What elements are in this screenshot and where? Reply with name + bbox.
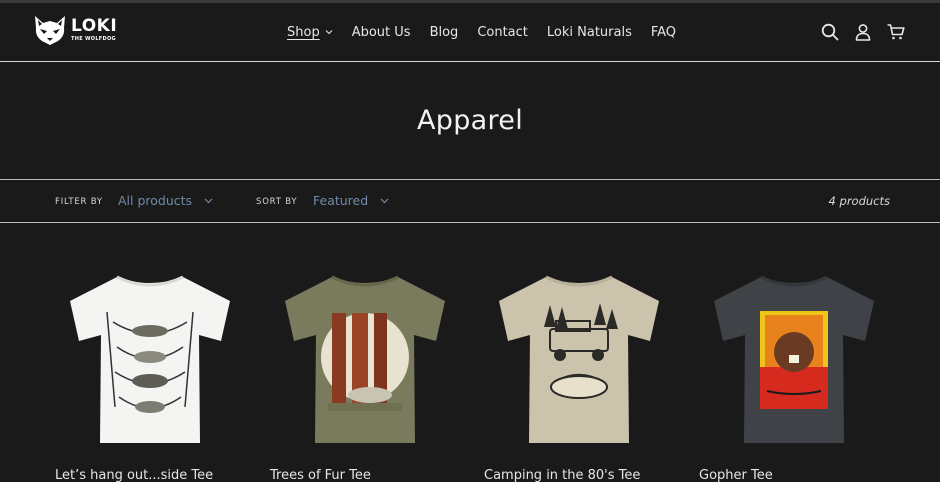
account-icon[interactable]	[853, 22, 873, 42]
product-title[interactable]: Gopher Tee	[699, 468, 773, 482]
main-nav: Shop About Us Blog Contact Loki Naturals…	[287, 23, 695, 41]
cart-icon[interactable]	[886, 22, 906, 42]
product-grid: Let’s hang out...side Tee Trees of Fur T…	[0, 223, 940, 482]
wolfdog-logo-icon	[35, 16, 65, 45]
product-title[interactable]: Trees of Fur Tee	[270, 468, 371, 482]
search-icon[interactable]	[820, 22, 840, 42]
product-card[interactable]: Gopher Tee	[699, 267, 889, 482]
product-image	[499, 275, 659, 443]
product-count: 4 products	[828, 194, 890, 208]
nav-item-faq[interactable]: FAQ	[651, 25, 676, 40]
nav-item-loki-naturals[interactable]: Loki Naturals	[547, 25, 632, 40]
product-card[interactable]: Trees of Fur Tee	[270, 267, 460, 482]
filter-bar: Filter by All products Sort by Featured …	[0, 180, 940, 223]
logo-text: LOKI THE WOLFDOG	[71, 18, 117, 42]
header-icons	[820, 22, 906, 42]
page-title: Apparel	[416, 105, 523, 136]
product-title[interactable]: Let’s hang out...side Tee	[55, 468, 213, 482]
nav-item-contact[interactable]: Contact	[477, 25, 528, 40]
sort-select[interactable]: Featured	[313, 193, 389, 208]
product-card[interactable]: Let’s hang out...side Tee	[55, 267, 245, 482]
brand-tagline: THE WOLFDOG	[71, 36, 116, 42]
brand-name: LOKI	[71, 16, 118, 36]
product-card[interactable]: Camping in the 80's Tee	[484, 267, 674, 482]
chevron-down-icon	[380, 198, 389, 203]
filter-select[interactable]: All products	[118, 193, 213, 208]
sort-select-value: Featured	[313, 193, 369, 208]
nav-item-shop-label: Shop	[287, 24, 320, 40]
product-image	[70, 275, 230, 443]
nav-item-shop[interactable]: Shop	[287, 25, 333, 40]
product-image	[714, 275, 874, 443]
filter-label: Filter by	[55, 197, 103, 207]
nav-item-about-us[interactable]: About Us	[352, 25, 411, 40]
product-image	[285, 275, 445, 443]
product-title[interactable]: Camping in the 80's Tee	[484, 468, 640, 482]
chevron-down-icon	[325, 30, 333, 35]
nav-item-blog[interactable]: Blog	[430, 25, 459, 40]
tee-shape	[499, 277, 659, 443]
chevron-down-icon	[204, 198, 213, 203]
logo[interactable]: LOKI THE WOLFDOG	[32, 14, 117, 46]
sort-label: Sort by	[256, 197, 298, 207]
filter-select-value: All products	[118, 193, 193, 208]
site-header: LOKI THE WOLFDOG Shop About Us Blog Cont…	[0, 3, 940, 62]
collection-header: Apparel	[0, 62, 940, 180]
